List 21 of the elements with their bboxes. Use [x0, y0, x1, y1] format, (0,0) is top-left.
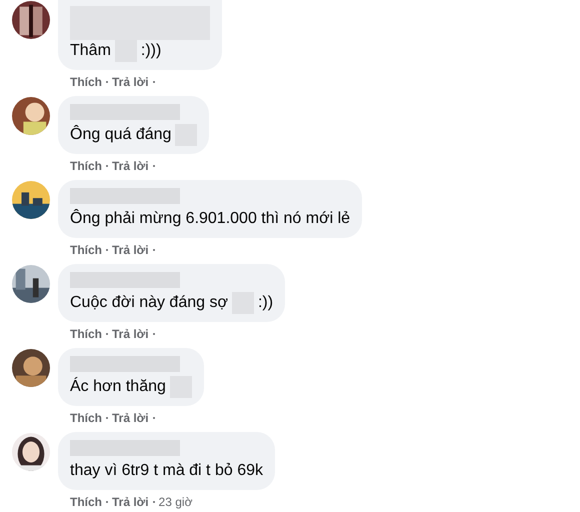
reply-link[interactable]: Trả lời: [112, 327, 149, 341]
timestamp: 23 giờ: [158, 495, 192, 509]
like-link[interactable]: Thích: [70, 327, 102, 341]
like-link[interactable]: Thích: [70, 243, 102, 257]
comment-text: Thâm: [70, 41, 111, 61]
comment-text: Ông quá đáng: [70, 124, 172, 145]
like-link[interactable]: Thích: [70, 495, 102, 509]
comment-text: thay vì 6tr9 t mà đi t bỏ 69k: [70, 461, 263, 481]
comment-text: Cuộc đời này đáng sợ: [70, 293, 228, 313]
comment-text: :)): [258, 293, 274, 313]
like-link[interactable]: Thích: [70, 75, 102, 89]
like-link[interactable]: Thích: [70, 411, 102, 425]
comment-text: Ác hơn thăng: [70, 376, 166, 397]
reply-link[interactable]: Trả lời: [112, 243, 149, 257]
reply-link[interactable]: Trả lời: [112, 159, 149, 173]
reply-link[interactable]: Trả lời: [112, 411, 149, 425]
reply-link[interactable]: Trả lời: [112, 495, 149, 509]
comment-text: :))): [140, 41, 162, 61]
comment-text: Ông phải mừng 6.901.000 thì nó mới lẻ: [70, 208, 350, 229]
reply-link[interactable]: Trả lời: [112, 75, 149, 89]
like-link[interactable]: Thích: [70, 159, 102, 173]
